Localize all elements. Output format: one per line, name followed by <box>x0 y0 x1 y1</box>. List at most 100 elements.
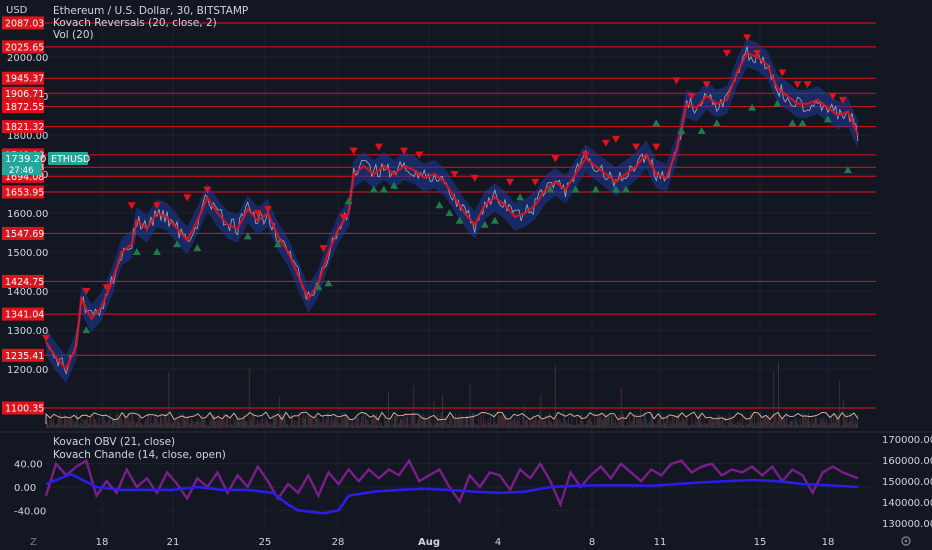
volume-bar <box>546 424 548 428</box>
volume-bar <box>97 424 99 428</box>
volume-bar <box>714 419 716 428</box>
volume-bar <box>122 425 124 428</box>
volume-bar <box>403 414 405 428</box>
volume-bar <box>491 424 493 428</box>
volume-bar <box>664 421 665 428</box>
volume-bar <box>784 418 785 428</box>
volume-bar <box>312 418 314 428</box>
volume-bar <box>197 418 199 428</box>
volume-bar <box>325 419 327 428</box>
volume-bar <box>812 423 814 428</box>
volume-bar <box>474 423 476 428</box>
volume-bar <box>690 424 692 428</box>
volume-bar <box>194 421 196 428</box>
volume-bar <box>568 416 569 428</box>
volume-bar <box>718 415 719 428</box>
timezone-button[interactable]: Z <box>30 537 37 548</box>
volume-bar <box>287 424 289 428</box>
volume-bar <box>462 417 464 428</box>
volume-bar <box>547 416 549 428</box>
volume-bar <box>422 413 424 428</box>
volume-bar <box>270 424 272 428</box>
volume-bar <box>817 423 819 428</box>
volume-bar <box>228 425 230 428</box>
volume-bar <box>552 424 554 428</box>
volume-bar <box>124 412 125 428</box>
volume-bar <box>206 425 208 428</box>
volume-bar <box>149 424 151 428</box>
volume-bar <box>269 422 271 428</box>
volume-bar <box>48 424 50 428</box>
volume-bar <box>234 422 236 428</box>
volume-bar <box>131 413 133 428</box>
volume-bar <box>584 423 586 428</box>
volume-bar <box>542 421 544 428</box>
volume-bar <box>391 415 393 428</box>
volume-bar <box>313 424 315 428</box>
volume-bar <box>803 414 805 428</box>
indicator-legend-volume[interactable]: Vol (20) <box>53 29 94 41</box>
volume-bar <box>278 396 280 428</box>
volume-bar <box>758 421 760 428</box>
volume-bar <box>350 421 352 428</box>
volume-bar <box>59 412 61 428</box>
volume-bar <box>798 425 800 428</box>
volume-bar <box>600 412 602 428</box>
symbol-title[interactable]: Ethereum / U.S. Dollar, 30, BITSTAMP <box>53 5 248 17</box>
volume-bar <box>445 418 447 428</box>
volume-bar <box>769 418 771 428</box>
trading-chart[interactable]: USD 1200.00 1300.00 1400.00 1500.00 1600.00 1… <box>0 0 932 550</box>
volume-bar <box>247 425 249 428</box>
volume-bar <box>725 415 727 428</box>
volume-bar <box>289 424 291 428</box>
volume-bar <box>185 420 187 428</box>
volume-bar <box>490 417 491 428</box>
volume-bar <box>314 416 316 428</box>
volume-bar <box>154 414 155 428</box>
volume-bar <box>158 424 160 428</box>
volume-bar <box>810 425 812 428</box>
volume-bar <box>128 420 130 428</box>
volume-bar <box>160 415 161 428</box>
volume-bar <box>605 415 607 428</box>
volume-bar <box>322 420 323 428</box>
chart-background <box>0 0 932 550</box>
oscillator-tick-label: 0.00 <box>14 483 36 494</box>
volume-bar <box>80 415 82 428</box>
volume-bar <box>728 412 730 428</box>
volume-bar <box>611 413 613 428</box>
volume-bar <box>780 418 782 428</box>
volume-bar <box>520 424 521 428</box>
volume-bar <box>841 425 843 428</box>
volume-bar <box>118 419 119 428</box>
volume-bar <box>530 422 532 428</box>
volume-bar <box>336 418 338 428</box>
volume-bar <box>526 420 527 428</box>
volume-bar <box>137 421 139 428</box>
volume-bar <box>770 423 772 428</box>
volume-bar <box>174 419 176 428</box>
volume-bar <box>335 415 337 428</box>
volume-bar <box>596 414 598 428</box>
volume-bar <box>826 418 827 428</box>
volume-bar <box>538 419 539 428</box>
volume-bar <box>528 425 530 428</box>
volume-bar <box>268 423 269 428</box>
indicator-legend-obv[interactable]: Kovach OBV (21, close) <box>53 436 175 448</box>
volume-bar <box>55 424 57 428</box>
volume-bar <box>694 425 695 428</box>
indicator-legend-chande[interactable]: Kovach Chande (14, close, open) <box>53 449 226 461</box>
indicator-legend-reversals[interactable]: Kovach Reversals (20, close, 2) <box>53 17 217 29</box>
volume-bar <box>372 412 374 428</box>
volume-bar <box>536 424 538 428</box>
volume-bar <box>463 424 465 428</box>
volume-bar <box>431 423 433 428</box>
volume-bar <box>293 424 295 428</box>
volume-bar <box>430 417 431 428</box>
volume-bar <box>614 419 616 428</box>
volume-bar <box>688 425 689 428</box>
price-tick-label: 1300.00 <box>7 326 48 337</box>
volume-bar <box>362 413 364 428</box>
volume-bar <box>671 423 673 428</box>
volume-bar <box>102 415 104 428</box>
